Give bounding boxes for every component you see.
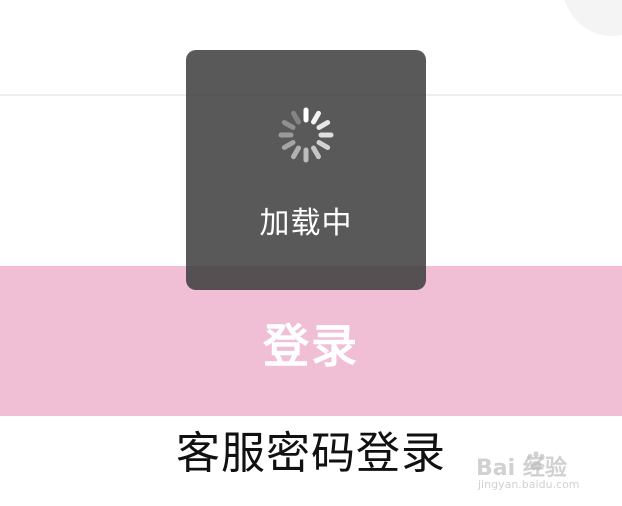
loading-toast: 加载中 bbox=[186, 50, 426, 290]
paw-icon bbox=[527, 451, 545, 471]
loading-text: 加载中 bbox=[259, 206, 353, 241]
watermark-url: jingyan.baidu.com bbox=[478, 478, 580, 491]
baidu-jingyan-watermark: Bai 经验 jingyan.baidu.com bbox=[470, 446, 600, 496]
spinner-icon bbox=[278, 107, 334, 163]
corner-decoration bbox=[562, 0, 622, 36]
login-screen: 登录 客服密码登录 加载中 Bai 经验 jingyan.baidu.com bbox=[0, 0, 622, 506]
login-button-label: 登录 bbox=[263, 319, 359, 373]
